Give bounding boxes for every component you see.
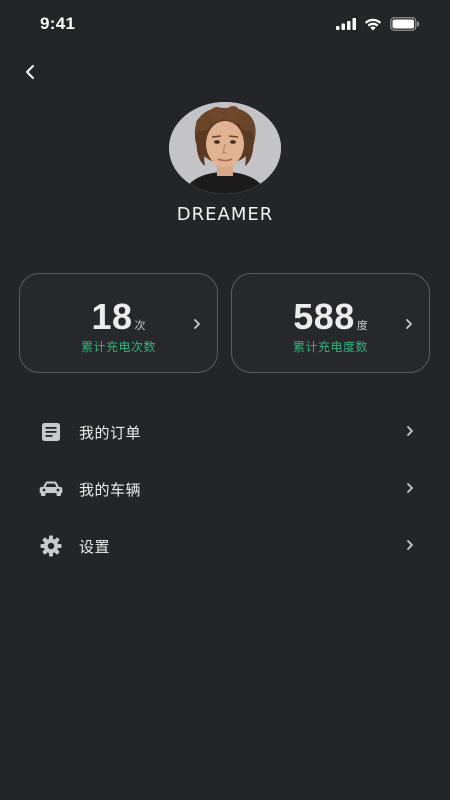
charge-count-value: 18 [91, 296, 133, 337]
chevron-left-icon [26, 65, 34, 79]
signal-icon [336, 18, 356, 30]
status-time: 9:41 [40, 14, 76, 33]
status-bar: 9:41 [0, 0, 450, 48]
menu-item-settings[interactable]: 设置 [0, 524, 450, 568]
chevron-right-icon [407, 540, 413, 550]
car-icon [39, 478, 63, 500]
charge-count-unit: 次 [134, 319, 146, 332]
username: DREAMER [176, 204, 274, 225]
menu-label-vehicles: 我的车辆 [79, 481, 142, 499]
menu-label-settings: 设置 [79, 538, 111, 556]
menu-label-orders: 我的订单 [79, 424, 142, 442]
battery-icon [390, 17, 419, 31]
charge-energy-unit: 度 [356, 319, 368, 332]
document-icon [39, 421, 63, 443]
chevron-right-icon [407, 483, 413, 493]
stat-value-row: 588 度 [232, 296, 429, 338]
menu-item-orders[interactable]: 我的订单 [0, 410, 450, 454]
back-button[interactable] [16, 58, 44, 86]
user-avatar [169, 102, 281, 194]
charge-energy-card[interactable]: 588 度 累计充电度数 [231, 273, 430, 373]
chevron-right-icon [194, 319, 200, 329]
stat-value-row: 18 次 [20, 296, 217, 338]
charge-count-card[interactable]: 18 次 累计充电次数 [19, 273, 218, 373]
charge-energy-value: 588 [293, 296, 355, 337]
chevron-right-icon [407, 426, 413, 436]
status-icons [336, 15, 420, 33]
wifi-icon [364, 18, 382, 30]
chevron-right-icon [406, 319, 412, 329]
gear-icon [39, 535, 63, 557]
profile-screen: 9:41 DREAMER 18 次 累计充电次数 588 度 累计充电度数 我的… [0, 0, 450, 800]
menu-item-vehicles[interactable]: 我的车辆 [0, 467, 450, 511]
charge-energy-label: 累计充电度数 [292, 340, 368, 354]
charge-count-label: 累计充电次数 [80, 340, 156, 354]
avatar[interactable] [169, 102, 281, 194]
